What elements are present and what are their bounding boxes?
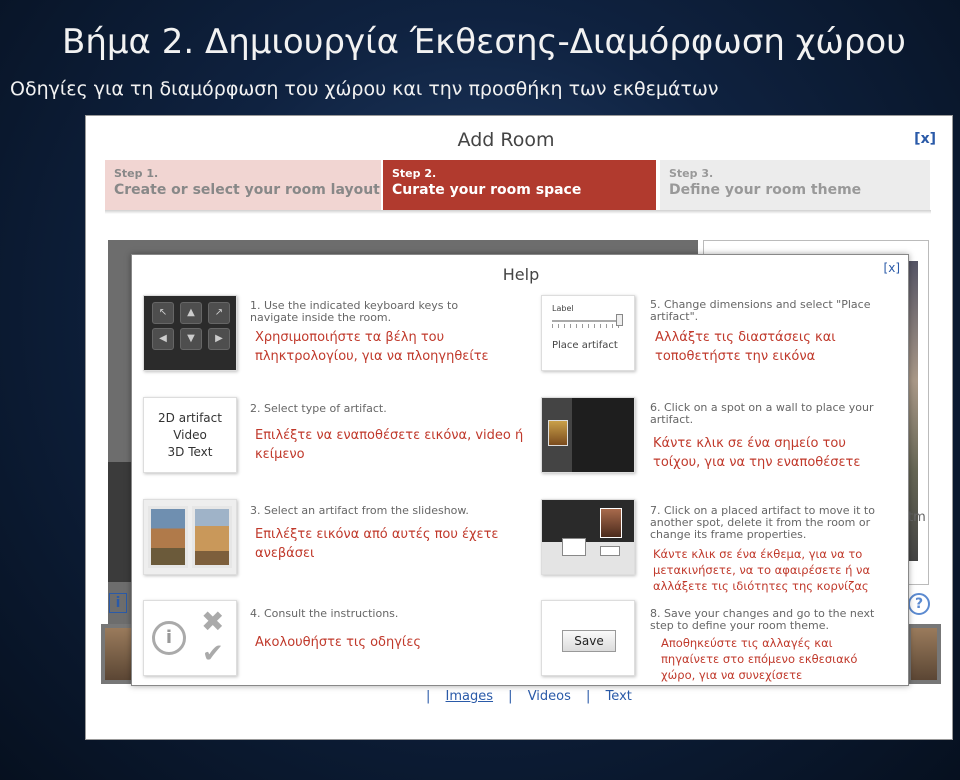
images-link[interactable]: Images <box>446 689 494 704</box>
dimensions-slider-thumbnail: Label Place artifact <box>541 295 635 371</box>
help-step-greek-note: Κάντε κλικ σε ένα σημείο του τοίχου, για… <box>653 436 861 470</box>
artifact-type-3d-text: 3D Text <box>167 445 213 459</box>
steps-shadow <box>105 210 931 214</box>
placed-artifact <box>600 508 622 538</box>
step-number: Step 2. <box>392 167 437 180</box>
help-step-description: 7. Click on a placed artifact to move it… <box>650 504 875 541</box>
room-floor <box>542 542 634 574</box>
add-room-screenshot: Add Room [x] Step 1. Create or select yo… <box>85 115 953 740</box>
link-separator: | <box>426 689 431 704</box>
help-step-description: 1. Use the indicated keyboard keys to na… <box>250 299 459 324</box>
step-label: Curate your room space <box>392 182 582 198</box>
artifact-types-thumbnail: 2D artifact Video 3D Text <box>143 397 237 473</box>
media-type-links: | Images | Videos | Text <box>426 689 643 704</box>
info-icon[interactable]: i <box>109 593 127 613</box>
save-thumbnail: Save <box>541 600 635 676</box>
step-2-tab[interactable]: Step 2. Curate your room space <box>383 160 656 210</box>
artifact-context-menu <box>600 546 620 556</box>
help-title: Help <box>502 265 540 284</box>
artifact-image <box>148 506 188 568</box>
help-step-greek-note: Αποθηκεύστε τις αλλαγές και πηγαίνετε στ… <box>661 636 858 682</box>
videos-link[interactable]: Videos <box>528 689 571 704</box>
help-step-greek-note: Αλλάξτε τις διαστάσεις και τοποθετήστε τ… <box>655 330 836 364</box>
help-step-description: 3. Select an artifact from the slideshow… <box>250 504 469 517</box>
key-icon: ↖ <box>152 302 174 324</box>
step-label: Create or select your room layout <box>114 182 380 198</box>
artifact-type-video: Video <box>173 428 207 442</box>
info-circle-icon: i <box>152 621 186 655</box>
slider-knob <box>616 314 623 326</box>
slider-track <box>552 320 622 322</box>
help-step-greek-note: Ακολουθήστε τις οδηγίες <box>255 635 421 650</box>
slide-subtitle: Οδηγίες για τη διαμόρφωση του χώρου και … <box>10 78 719 100</box>
wall-placement-thumbnail <box>541 397 635 473</box>
slideshow-thumbnail <box>143 499 237 575</box>
instructions-thumbnail: i ✖ ✔ <box>143 600 237 676</box>
place-artifact-label: Place artifact <box>552 340 618 351</box>
slider-ticks <box>552 324 622 328</box>
artifact-type-2d: 2D artifact <box>158 411 222 425</box>
slider-label: Label <box>552 304 574 313</box>
link-separator: | <box>586 689 591 704</box>
step-number: Step 1. <box>114 167 159 180</box>
artifact-thumbnail[interactable] <box>911 628 937 680</box>
arrow-right-icon: ▶ <box>208 328 230 350</box>
side-text: tm <box>908 510 926 525</box>
help-step-description: 5. Change dimensions and select "Place a… <box>650 298 871 323</box>
help-step-greek-note: Κάντε κλικ σε ένα έκθεμα, για να το μετα… <box>653 547 871 593</box>
help-dialog: Help [x] ↖ ▲ ↗ ◀ ▼ ▶ 1. Use the indicate… <box>131 254 909 686</box>
help-step-description: 4. Consult the instructions. <box>250 607 399 620</box>
arrow-up-icon: ▲ <box>180 302 202 324</box>
help-step-description: 8. Save your changes and go to the next … <box>650 607 875 632</box>
checkmark-icon: ✔ <box>202 639 224 669</box>
help-icon[interactable]: ? <box>908 593 930 615</box>
add-room-close-button[interactable]: [x] <box>914 131 936 147</box>
help-close-button[interactable]: [x] <box>884 261 900 275</box>
slide-title: Βήμα 2. Δημιουργία Έκθεσης-Διαμόρφωση χώ… <box>62 22 906 62</box>
artifact-image <box>192 506 232 568</box>
move-artifact-thumbnail <box>541 499 635 575</box>
help-step-greek-note: Επιλέξτε εικόνα από αυτές που έχετε ανεβ… <box>255 527 499 561</box>
link-separator: | <box>508 689 513 704</box>
text-link[interactable]: Text <box>606 689 632 704</box>
keyboard-keys-thumbnail: ↖ ▲ ↗ ◀ ▼ ▶ <box>143 295 237 371</box>
add-room-title: Add Room <box>457 129 555 151</box>
artifact-context-menu <box>562 538 586 556</box>
help-step-greek-note: Χρησιμοποιήστε τα βέλη του πληκτρολογίου… <box>255 330 489 364</box>
help-step-greek-note: Επιλέξτε να εναποθέσετε εικόνα, video ή … <box>255 428 524 462</box>
arrow-left-icon: ◀ <box>152 328 174 350</box>
step-1-tab[interactable]: Step 1. Create or select your room layou… <box>105 160 381 210</box>
placed-artifact <box>548 420 568 446</box>
key-icon: ↗ <box>208 302 230 324</box>
help-step-description: 6. Click on a spot on a wall to place yo… <box>650 401 874 426</box>
artifact-thumbnail[interactable] <box>105 628 131 680</box>
save-button-illustration: Save <box>562 630 616 652</box>
step-number: Step 3. <box>669 167 714 180</box>
step-label: Define your room theme <box>669 182 862 198</box>
arrow-down-icon: ▼ <box>180 328 202 350</box>
help-step-description: 2. Select type of artifact. <box>250 402 387 415</box>
step-3-tab[interactable]: Step 3. Define your room theme <box>660 160 930 210</box>
cross-icon: ✖ <box>201 605 225 638</box>
